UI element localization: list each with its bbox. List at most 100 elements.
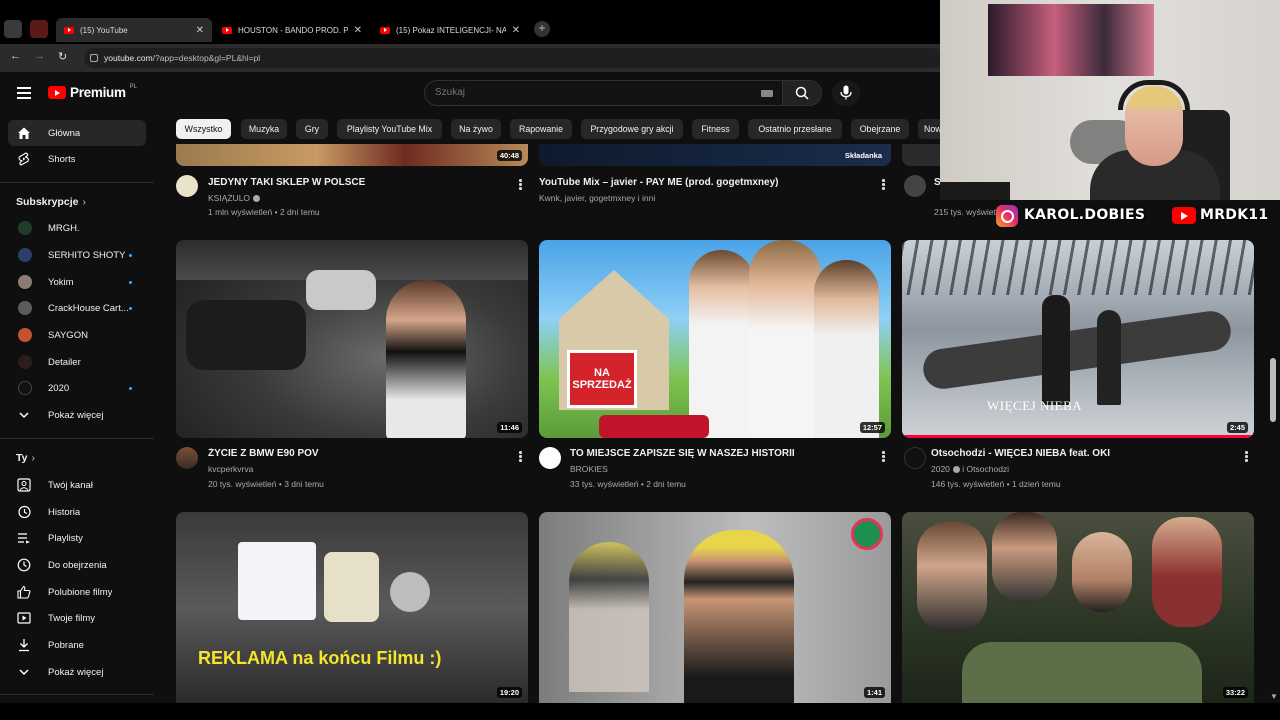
sidebar-item-label: Detailer (48, 356, 81, 368)
channel-avatar[interactable] (176, 175, 198, 197)
sidebar-item-sub-crackhouse[interactable]: CrackHouse Cart... (8, 295, 146, 321)
page-scrollbar-thumb[interactable] (1270, 358, 1276, 422)
channel-avatar[interactable] (904, 447, 926, 469)
chip-music[interactable]: Muzyka (241, 119, 287, 139)
chip-rap[interactable]: Rapowanie (510, 119, 572, 139)
video-thumbnail[interactable]: WIĘCEJ NIEBA 2:45 (902, 240, 1254, 438)
sidebar-item-subs-show-more[interactable]: Pokaż więcej (8, 402, 146, 428)
box-shape (238, 542, 316, 620)
forward-arrow-icon[interactable]: → (34, 50, 45, 62)
chip-watched[interactable]: Obejrzane (851, 119, 909, 139)
channel-name[interactable]: kvcperkvrva (208, 464, 253, 474)
avatar (18, 355, 32, 369)
channel-name[interactable]: Kwnk, javier, gogetmxney i inni (539, 193, 655, 203)
video-thumbnail[interactable] (902, 144, 940, 166)
back-arrow-icon[interactable]: ← (10, 50, 21, 62)
video-title[interactable]: YouTube Mix – javier - PAY ME (prod. gog… (539, 177, 869, 188)
tab-houston[interactable]: HOUSTON - BANDO PROD. PE ✕ (214, 18, 370, 42)
channel-name[interactable]: BROKIES (570, 464, 608, 474)
search-box[interactable] (424, 80, 784, 106)
tab-search-button[interactable] (4, 20, 22, 38)
hamburger-menu-icon[interactable] (17, 87, 31, 99)
video-title[interactable]: TO MIEJSCE ZAPISZE SIĘ W NASZEJ HISTORII (570, 448, 870, 459)
new-content-dot (129, 306, 132, 310)
channel-avatar[interactable] (539, 447, 561, 469)
chip-live[interactable]: Na żywo (451, 119, 501, 139)
video-title[interactable]: JEDYNY TAKI SKLEP W POLSCE (208, 177, 508, 188)
sidebar-item-playlists[interactable]: Playlisty (8, 525, 146, 551)
channel-logo-icon (851, 518, 883, 550)
sidebar-item-sub-saygon[interactable]: SAYGON (8, 322, 146, 348)
video-thumbnail[interactable]: 40:48 (176, 144, 528, 166)
sidebar-item-your-channel[interactable]: Twój kanał (8, 472, 146, 498)
sidebar-item-sub-2020[interactable]: 2020 (8, 375, 146, 401)
video-thumbnail[interactable]: 33:22 (902, 512, 1254, 703)
youtube-handle: MRDK11 (1200, 207, 1269, 223)
chip-action-adventure[interactable]: Przygodowe gry akcji (581, 119, 683, 139)
chip-youtube-mix[interactable]: Playlisty YouTube Mix (337, 119, 442, 139)
video-thumbnail[interactable]: Składanka (539, 144, 891, 166)
chip-fitness[interactable]: Fitness (692, 119, 739, 139)
history-icon (18, 505, 31, 519)
video-thumbnail[interactable]: NA SPRZEDAŻ 12:57 (539, 240, 891, 438)
video-title[interactable]: ŻYCIE Z BMW E90 POV (208, 448, 508, 459)
sidebar-item-you-show-more[interactable]: Pokaż więcej (8, 659, 146, 685)
channel-avatar[interactable] (904, 175, 926, 197)
chevron-down-icon (19, 669, 29, 676)
more-options-icon[interactable] (519, 451, 523, 463)
video-thumbnail[interactable]: 1:41 (539, 512, 891, 703)
sidebar-item-label: SAYGON (48, 329, 88, 341)
sidebar-item-sub-detailer[interactable]: Detailer (8, 349, 146, 375)
scroll-down-arrow-icon[interactable]: ▼ (1270, 692, 1278, 701)
chip-new[interactable]: Now (918, 119, 940, 139)
tab-pokaz[interactable]: (15) Pokaz INTELIGENCJI- NAJU ✕ (372, 18, 528, 42)
sidebar-item-downloads[interactable]: Pobrane (8, 632, 146, 658)
video-thumbnail[interactable]: REKLAMA na końcu Filmu :) 19:20 (176, 512, 528, 703)
new-tab-button[interactable]: + (534, 21, 550, 37)
chip-all[interactable]: Wszystko (176, 119, 231, 139)
sidebar-item-history[interactable]: Historia (8, 499, 146, 525)
close-tab-icon[interactable]: ✕ (512, 25, 520, 36)
sidebar-item-liked[interactable]: Polubione filmy (8, 579, 146, 605)
pinned-tab[interactable] (30, 20, 48, 38)
youtube-premium-logo[interactable]: Premium PL (48, 84, 137, 100)
sidebar-item-sub-mrgh[interactable]: MRGH. (8, 215, 146, 241)
tab-youtube[interactable]: (15) YouTube ✕ (56, 18, 212, 42)
sidebar-item-watch-later[interactable]: Do obejrzenia (8, 552, 146, 578)
chip-recently-uploaded[interactable]: Ostatnio przesłane (748, 119, 842, 139)
youtube-favicon-icon (222, 26, 232, 34)
url-host: youtube.com (104, 53, 153, 63)
reload-icon[interactable]: ↻ (58, 50, 67, 63)
video-title[interactable]: Otsochodzi - WIĘCEJ NIEBA feat. OKI (931, 448, 1231, 459)
url-field[interactable]: youtube.com/?app=desktop&gl=PL&hl=pl (84, 48, 944, 68)
subscriptions-heading[interactable]: Subskrypcje › (16, 196, 86, 208)
you-heading[interactable]: Ty › (16, 452, 35, 464)
sidebar-item-sub-yokim[interactable]: Yokim (8, 269, 146, 295)
channel-name[interactable]: 2020 i Otsochodzi (931, 464, 1009, 474)
duration-badge: 11:46 (497, 422, 522, 433)
thumbnail-caption: REKLAMA na końcu Filmu :) (198, 648, 442, 668)
sidebar-item-shorts[interactable]: Shorts (8, 146, 146, 172)
close-tab-icon[interactable]: ✕ (354, 25, 362, 36)
keyboard-icon[interactable] (761, 90, 773, 97)
search-input[interactable] (435, 87, 735, 98)
video-thumbnail[interactable]: 11:46 (176, 240, 528, 438)
close-tab-icon[interactable]: ✕ (196, 25, 204, 36)
video-meta: 1 mln wyświetleń • 2 dni temu (208, 207, 320, 217)
more-options-icon[interactable] (882, 179, 886, 191)
search-button[interactable] (782, 80, 822, 106)
sidebar-item-your-videos[interactable]: Twoje filmy (8, 605, 146, 631)
avatar (18, 221, 32, 235)
sidebar-item-home[interactable]: Główna (8, 120, 146, 146)
sidebar-item-sub-serhito[interactable]: SERHITO SHOTY (8, 242, 146, 268)
youtube-favicon-icon (380, 26, 390, 34)
voice-search-button[interactable] (832, 80, 860, 106)
more-options-icon[interactable] (882, 451, 886, 463)
search-icon (795, 86, 809, 100)
more-options-icon[interactable] (1245, 451, 1249, 463)
channel-name[interactable]: KSIĄŻULO (208, 193, 261, 203)
channel-avatar[interactable] (176, 447, 198, 469)
chip-games[interactable]: Gry (296, 119, 328, 139)
more-options-icon[interactable] (519, 179, 523, 191)
site-info-icon[interactable] (90, 54, 98, 62)
